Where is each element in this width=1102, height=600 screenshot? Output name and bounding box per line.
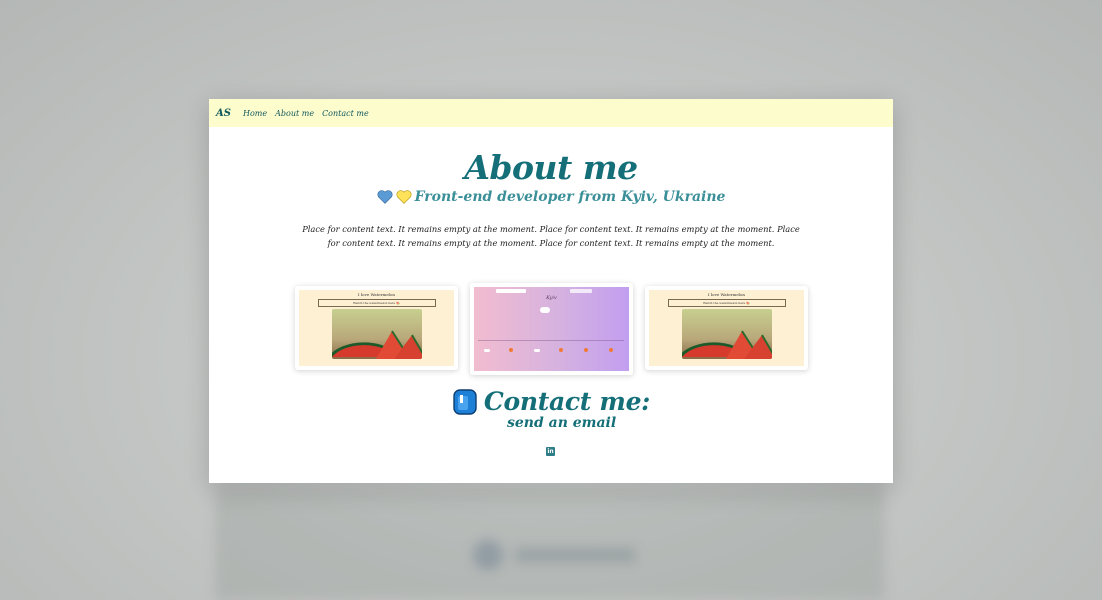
- weather-preview: Kyiv: [474, 287, 629, 371]
- project-card-watermelon-2[interactable]: I love Watermelon Watch the watermelon h…: [645, 286, 808, 370]
- brand-logo[interactable]: AS: [216, 108, 231, 119]
- watermelon-icon: [681, 330, 772, 359]
- preview-box: Watch the watermelon here 🍉: [667, 299, 786, 307]
- contact-title: Contact me:: [483, 387, 651, 416]
- forecast-sun-icon: [609, 348, 613, 352]
- blurred-shape: [515, 548, 635, 562]
- preview-title: I love Watermelon: [358, 292, 395, 297]
- forecast-divider: [478, 340, 624, 341]
- project-card-watermelon-1[interactable]: I love Watermelon Watch the watermelon h…: [295, 286, 458, 370]
- projects-gallery: I love Watermelon Watch the watermelon h…: [209, 283, 893, 383]
- yellow-heart-icon: [396, 190, 412, 204]
- forecast-sun-icon: [559, 348, 563, 352]
- watermelon-icon: [331, 330, 422, 359]
- nav-link-contact[interactable]: Contact me: [322, 109, 369, 118]
- preview-title: I love Watermelon: [708, 292, 745, 297]
- project-card-weather[interactable]: Kyiv: [470, 283, 633, 375]
- nav-link-about[interactable]: About me: [275, 109, 314, 118]
- forecast-cloud-icon: [534, 349, 540, 352]
- forecast-sun-icon: [584, 348, 588, 352]
- watermelon-image: [331, 309, 422, 359]
- nav-link-home[interactable]: Home: [243, 109, 267, 118]
- watermelon-image: [681, 309, 772, 359]
- city-name: Kyiv: [546, 295, 557, 301]
- search-button-preview: [570, 289, 592, 293]
- page-title: About me: [464, 148, 638, 187]
- forecast-cloud-icon: [484, 349, 490, 352]
- preview-caption: [649, 361, 804, 364]
- linkedin-icon[interactable]: in: [546, 447, 555, 456]
- cloud-icon: [540, 307, 550, 313]
- content-text: Place for content text. It remains empty…: [302, 224, 800, 248]
- background-blur: [215, 488, 885, 600]
- forecast-sun-icon: [509, 348, 513, 352]
- project-preview: I love Watermelon Watch the watermelon h…: [299, 290, 454, 366]
- send-email-link[interactable]: send an email: [507, 415, 616, 431]
- preview-box: Watch the watermelon here 🍉: [317, 299, 436, 307]
- portfolio-page: AS Home About me Contact me About me Fro…: [209, 99, 893, 483]
- subtitle: Front-end developer from Kyiv, Ukraine: [209, 189, 893, 205]
- contact-heading: Contact me:: [209, 387, 893, 416]
- navbar: AS Home About me Contact me: [209, 99, 893, 127]
- mailbox-icon: [453, 388, 477, 415]
- search-field-preview: [496, 289, 526, 293]
- subtitle-text: Front-end developer from Kyiv, Ukraine: [414, 189, 726, 205]
- blue-heart-icon: [377, 190, 393, 204]
- blurred-shape: [473, 540, 503, 570]
- preview-caption: [299, 361, 454, 364]
- project-preview: I love Watermelon Watch the watermelon h…: [649, 290, 804, 366]
